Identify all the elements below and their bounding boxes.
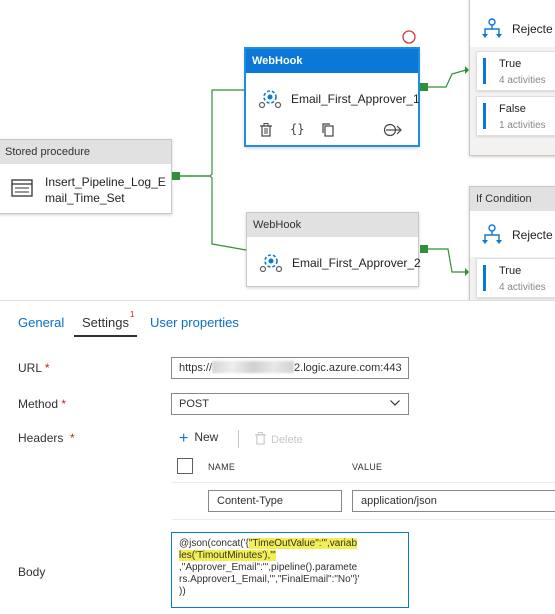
if-condition-activity[interactable]: If Condition Rejecte True 4 activities — [469, 186, 555, 300]
activity-type-header: Stored procedure — [0, 140, 171, 164]
select-all-checkbox[interactable] — [177, 458, 193, 474]
arrow-output-icon[interactable] — [383, 123, 403, 140]
stored-procedure-activity[interactable]: Stored procedure Insert_Pipeline_Log_E m… — [0, 139, 172, 214]
copy-icon[interactable] — [322, 123, 334, 140]
branch-false[interactable]: False 1 activities — [476, 96, 555, 136]
branch-true[interactable]: True 4 activities — [476, 258, 555, 298]
method-label: Method * — [18, 397, 67, 411]
body-textarea[interactable]: @json(concat('{"TimeOutValue":'",variab … — [171, 532, 409, 608]
table-divider — [172, 482, 555, 483]
branch-activity-count: 1 activities — [499, 120, 546, 131]
url-label: URL * — [18, 361, 50, 375]
delete-icon — [255, 432, 266, 445]
delete-icon[interactable] — [260, 123, 272, 140]
pipeline-canvas[interactable]: Stored procedure Insert_Pipeline_Log_E m… — [0, 0, 555, 300]
required-mark: * — [70, 431, 75, 445]
braces-icon[interactable]: {} — [290, 122, 304, 136]
delete-header-button[interactable]: Delete — [255, 432, 303, 446]
tab-general[interactable]: General — [18, 315, 64, 331]
webhook-gear-icon — [259, 251, 283, 278]
active-tab-indicator — [74, 335, 137, 337]
if-condition-activity[interactable]: Rejecte True 4 activities False 1 activi… — [469, 0, 555, 156]
branch-title: True — [499, 58, 522, 70]
activity-name: Email_First_Approver_1 — [291, 92, 420, 106]
branch-true[interactable]: True 4 activities — [476, 51, 555, 91]
tab-settings[interactable]: Settings — [82, 315, 129, 331]
if-condition-icon — [481, 223, 503, 250]
webhook-gear-icon — [258, 87, 282, 114]
activity-type-header: WebHook — [247, 213, 418, 237]
branch-title: False — [499, 103, 526, 115]
highlighted-text: les('TimoutMinutes'),'" — [179, 550, 276, 561]
url-field[interactable]: https://2.logic.azure.com:443 — [171, 357, 409, 379]
table-divider — [172, 519, 555, 520]
activity-type-header: If Condition — [470, 187, 555, 211]
headers-label: Headers * — [18, 431, 75, 445]
webhook-activity-selected[interactable]: WebHook Email_First_Approver_1 {} — [245, 48, 420, 146]
table-icon — [11, 179, 33, 202]
highlighted-text: "TimeOutValue":'",variab — [248, 538, 358, 549]
body-label: Body — [18, 565, 46, 579]
activity-name: Rejecte — [512, 22, 553, 36]
column-header-name: NAME — [208, 462, 236, 472]
webhook-activity[interactable]: WebHook Email_First_Approver_2 — [246, 212, 421, 287]
required-mark: * — [44, 361, 50, 375]
branch-activity-count: 4 activities — [499, 282, 546, 293]
success-output-port[interactable] — [420, 83, 428, 91]
activity-properties-panel: General Settings 1 User properties URL *… — [0, 300, 555, 614]
tab-user-properties[interactable]: User properties — [150, 315, 239, 331]
column-header-value: VALUE — [352, 462, 383, 472]
toolbar-separator — [238, 430, 239, 448]
branch-activity-count: 4 activities — [499, 75, 546, 86]
plus-icon: + — [179, 430, 189, 447]
activity-name-line2: mail_Time_Set — [45, 191, 125, 205]
header-name-field[interactable]: Content-Type — [208, 490, 342, 512]
activity-name: Rejecte — [512, 228, 553, 242]
pipeline-editor: Stored procedure Insert_Pipeline_Log_E m… — [0, 0, 555, 614]
success-output-port[interactable] — [420, 245, 428, 253]
new-header-button[interactable]: + New — [179, 430, 218, 448]
chevron-down-icon — [390, 400, 400, 406]
header-value-field[interactable]: application/json — [352, 490, 555, 512]
method-select[interactable]: POST — [171, 393, 409, 415]
branch-title: True — [499, 265, 522, 277]
if-condition-icon — [481, 17, 503, 44]
redacted-text — [212, 361, 295, 373]
success-output-port[interactable] — [172, 172, 180, 180]
activity-type-header: WebHook — [246, 49, 418, 73]
activity-name: Email_First_Approver_2 — [292, 256, 421, 270]
required-mark: * — [61, 397, 67, 411]
activity-name-line1: Insert_Pipeline_Log_E — [45, 175, 166, 189]
settings-error-badge: 1 — [130, 310, 135, 319]
